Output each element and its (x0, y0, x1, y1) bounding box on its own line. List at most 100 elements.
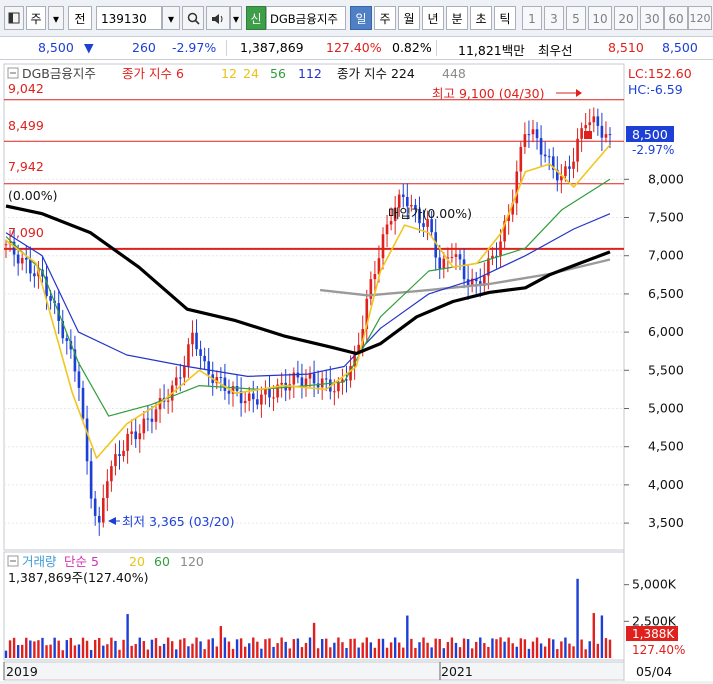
volume-bar (547, 638, 551, 658)
candle-body (458, 254, 462, 260)
volume-bar (414, 647, 417, 658)
speaker-dropdown-icon[interactable]: ▾ (230, 6, 242, 30)
period-week[interactable]: 주 (374, 6, 396, 30)
interval-1[interactable]: 1 (522, 6, 542, 30)
mid-note: 매입가(0.00%) (388, 206, 472, 221)
candle-body (130, 431, 133, 434)
volume-bar (57, 640, 60, 658)
candle-body (576, 138, 579, 162)
price-chart[interactable]: 3,500 4,000 4,500 5,000 5,500 6,000 6,500 7,000… (0, 60, 713, 681)
interval-20[interactable]: 20 (614, 6, 638, 30)
panel-icon[interactable] (4, 6, 24, 30)
new-badge[interactable]: 신 (246, 6, 266, 30)
volume-bar (102, 645, 105, 658)
candle-body (29, 259, 32, 274)
code-dropdown-icon[interactable]: ▾ (162, 6, 180, 30)
volume-bar (114, 640, 117, 658)
volume-bar (8, 640, 12, 658)
volume-bar (288, 648, 291, 658)
interval-10[interactable]: 10 (588, 6, 612, 30)
x-end-label: 05/04 (636, 664, 672, 679)
price-tick-label: 7,500 (648, 210, 684, 225)
search-icon[interactable] (182, 6, 204, 30)
period-month[interactable]: 월 (398, 6, 420, 30)
candle-body (24, 257, 28, 260)
change-percent: -2.97% (172, 40, 217, 55)
candle-body (219, 377, 223, 379)
candle-body (114, 454, 117, 467)
chart-area[interactable]: 3,500 4,000 4,500 5,000 5,500 6,000 6,500 7,000… (0, 60, 713, 681)
candle-body (320, 378, 324, 388)
candle-body (191, 332, 194, 345)
volume-bar (381, 638, 385, 658)
volume-bar (361, 642, 364, 658)
volume-badge-pct: 127.40% (632, 643, 685, 657)
interval-120[interactable]: 120 (688, 6, 712, 30)
volume-bar (556, 649, 559, 658)
candle-body (166, 400, 170, 402)
market-select[interactable]: 주 (26, 6, 46, 30)
volume-bar (106, 644, 109, 658)
candle-body (584, 125, 587, 129)
candle-body (251, 393, 255, 400)
level-pct-label: (0.00%) (8, 188, 57, 203)
price-tick-label: 4,500 (648, 439, 684, 454)
interval-5[interactable]: 5 (566, 6, 586, 30)
period-year[interactable]: 년 (422, 6, 444, 30)
interval-60[interactable]: 60 (664, 6, 688, 30)
market-dropdown-icon[interactable]: ▾ (48, 6, 64, 30)
volume-bar (442, 648, 445, 658)
candle-body (568, 166, 571, 169)
volume-bar (475, 641, 478, 658)
price-tick-label: 7,000 (648, 248, 684, 263)
candle-body (373, 274, 377, 280)
price-axis: 3,500 4,000 4,500 5,000 5,500 6,000 6,500 7,000… (624, 171, 684, 530)
volume-bar (110, 637, 113, 658)
candle-body (187, 344, 190, 367)
current-pct-axis: -2.97% (632, 143, 674, 157)
volume-bar (73, 645, 77, 658)
interval-30[interactable]: 30 (640, 6, 664, 30)
volume-bar (373, 647, 377, 658)
volume-bar (337, 637, 340, 658)
volume-bar (604, 638, 608, 658)
volume-bar (284, 641, 287, 658)
stock-code-input[interactable]: 139130 (96, 6, 162, 30)
volume-bar (576, 578, 579, 658)
quote-bar: 8,500 ▼ 260 -2.97% 1,387,869 127.40% 0.8… (0, 37, 713, 60)
prev-button[interactable]: 전 (68, 6, 92, 30)
volume-bar (89, 650, 93, 658)
legend-ma-label: 종가 지수 6 (122, 66, 184, 81)
candle-body (527, 134, 531, 136)
candle-body (462, 259, 466, 280)
volume-bar (304, 642, 308, 658)
volume-bar (268, 638, 271, 658)
speaker-icon[interactable] (206, 6, 230, 30)
volume-bar (264, 639, 267, 658)
volume-bar (207, 639, 210, 658)
candle-body (85, 418, 89, 462)
volume-bar (33, 641, 36, 658)
period-minute[interactable]: 분 (446, 6, 468, 30)
candle-body (33, 273, 36, 277)
period-tick[interactable]: 틱 (494, 6, 516, 30)
period-second[interactable]: 초 (470, 6, 492, 30)
candle-body (122, 450, 125, 457)
legend-ma24: 24 (243, 66, 259, 81)
volume-bar (219, 626, 223, 658)
volume-bar (142, 641, 146, 658)
candle-body (454, 254, 458, 257)
volume-bar (138, 637, 141, 658)
volume-bar (65, 640, 69, 658)
volume-badge-value: 1,388K (632, 627, 675, 641)
interval-3[interactable]: 3 (544, 6, 564, 30)
candle-body (243, 400, 247, 404)
candle-body (539, 138, 543, 155)
volume-bar (211, 638, 214, 658)
current-price: 8,500 (38, 40, 74, 55)
period-day[interactable]: 일 (350, 6, 372, 30)
candle-body (260, 394, 263, 405)
level-1-label: 8,499 (8, 118, 44, 133)
candle-body (588, 122, 592, 126)
volume-bar (154, 638, 158, 658)
